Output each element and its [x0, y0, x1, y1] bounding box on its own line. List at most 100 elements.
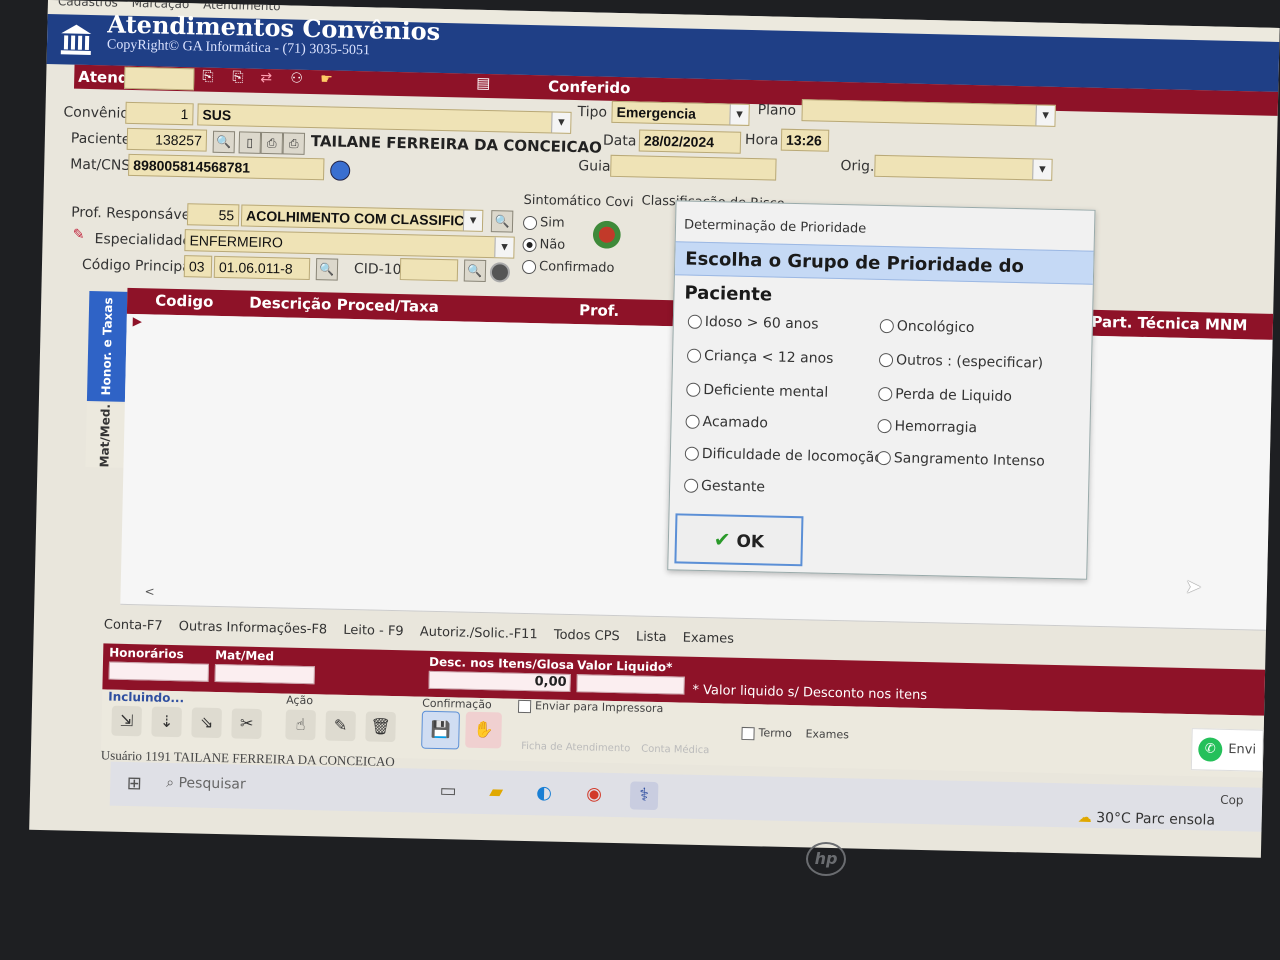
exames-button[interactable]: Exames — [805, 727, 849, 741]
convenio-code-field[interactable]: 1 — [125, 101, 194, 126]
option-oncologico[interactable]: Oncológico — [879, 318, 975, 336]
option-crianca[interactable]: Criança < 12 anos — [686, 348, 834, 367]
taskbar-search[interactable]: ⌕ Pesquisar — [166, 775, 246, 793]
option-gestante[interactable]: Gestante — [683, 478, 765, 495]
search-prof-icon[interactable]: 🔍 — [490, 210, 514, 233]
option-hemorragia[interactable]: Hemorragia — [877, 418, 977, 436]
register-alt-icon[interactable]: ⎘ — [232, 69, 244, 85]
bank-icon — [60, 24, 92, 55]
matcns-field[interactable]: 898005814568781 — [128, 153, 325, 181]
nao-radio[interactable]: Não — [522, 237, 565, 253]
print-icon[interactable]: ⎙ — [260, 131, 284, 155]
option-deficiente[interactable]: Deficiente mental — [686, 382, 828, 401]
weather-widget[interactable]: ☁ 30°C Parc ensola — [1078, 810, 1216, 829]
prof-name-select[interactable]: ACOLHIMENTO COM CLASSIFIC ▼ — [240, 204, 484, 232]
col-descricao[interactable]: Descrição Proced/Taxa — [249, 294, 439, 316]
option-idoso[interactable]: Idoso > 60 anos — [687, 313, 819, 333]
register-icon[interactable]: ⎘ — [202, 69, 214, 85]
hp-logo: hp — [806, 842, 846, 876]
pencil-icon[interactable]: ✎ — [325, 710, 356, 742]
paciente-code-field[interactable]: 138257 — [126, 127, 208, 152]
chevron-down-icon[interactable]: ▼ — [1035, 105, 1055, 126]
row-pointer-icon: ▶ — [132, 314, 143, 329]
hora-field[interactable]: 13:26 — [780, 128, 830, 152]
option-outros[interactable]: Outros : (especificar) — [878, 352, 1043, 372]
stop-icon[interactable]: ✋ — [465, 711, 502, 749]
tab-todos-cps[interactable]: Todos CPS — [554, 628, 620, 644]
tab-matmed[interactable]: Mat/Med. — [85, 402, 125, 468]
chevron-down-icon[interactable]: ▼ — [551, 112, 571, 133]
remove-icon[interactable]: ✂ — [231, 708, 262, 740]
edge-icon[interactable]: ◐ — [530, 779, 559, 808]
app-taskbar-icon[interactable]: ⚕ — [629, 781, 659, 811]
prof-code-field[interactable]: 55 — [186, 203, 240, 227]
calculator-icon[interactable]: ▤ — [476, 74, 491, 92]
honorarios-field — [108, 661, 209, 682]
windows-start-icon[interactable]: ⊞ — [120, 770, 149, 799]
data-field[interactable]: 28/02/2024 — [638, 129, 742, 154]
conta-medica-button[interactable]: Conta Médica — [641, 744, 709, 757]
chrome-icon[interactable]: ◉ — [580, 780, 609, 809]
insert-icon[interactable]: ⇲ — [111, 705, 142, 737]
record-icon[interactable] — [489, 262, 511, 283]
users-icon[interactable]: ⚇ — [290, 71, 303, 87]
radio-circle-icon — [521, 259, 537, 274]
codigo-a-field[interactable]: 03 — [183, 255, 213, 278]
especialidade-select[interactable]: ENFERMEIRO ▼ — [184, 229, 515, 259]
printer-red-icon[interactable]: ⎙ — [282, 132, 306, 155]
tab-outras-informacoes[interactable]: Outras Informações-F8 — [179, 619, 328, 637]
trash-icon[interactable]: 🗑 — [365, 711, 396, 743]
transfer-icon[interactable]: ⇄ — [260, 70, 272, 86]
virus-icon — [590, 218, 624, 252]
option-acamado[interactable]: Acamado — [685, 414, 768, 431]
option-sangramento[interactable]: Sangramento Intenso — [876, 450, 1045, 470]
tab-honor-taxas[interactable]: Honor. e Taxas — [86, 291, 128, 402]
col-prof[interactable]: Prof. — [579, 301, 620, 320]
search-codigo-icon[interactable]: 🔍 — [315, 258, 339, 281]
tab-conta[interactable]: Conta-F7 — [104, 617, 163, 633]
chevron-down-icon[interactable]: ▼ — [1032, 159, 1052, 180]
pointer-hand-icon[interactable]: ☛ — [320, 71, 333, 87]
add-icon[interactable]: ⇣ — [151, 706, 182, 738]
whatsapp-button[interactable]: ✆ Envi — [1190, 728, 1264, 772]
globe-icon[interactable] — [329, 160, 351, 181]
orig-select[interactable]: ▼ — [874, 154, 1053, 181]
termo-button[interactable]: Termo — [741, 726, 792, 741]
tab-lista[interactable]: Lista — [636, 630, 667, 646]
codigo-b-field[interactable]: 01.06.011-8 — [213, 255, 311, 281]
search-cid-icon[interactable]: 🔍 — [463, 259, 487, 283]
chevron-down-icon[interactable]: ▼ — [729, 104, 749, 125]
search-patient-icon[interactable]: 🔍 — [212, 130, 236, 154]
edit-row-icon[interactable]: ⇘ — [191, 707, 222, 739]
cid-field[interactable] — [399, 258, 459, 282]
atend-field[interactable] — [124, 66, 195, 91]
tab-exames[interactable]: Exames — [683, 631, 735, 647]
enviar-impressora-checkbox[interactable]: Enviar para Impressora — [517, 699, 663, 716]
option-dificuldade[interactable]: Dificuldade de locomoção — [684, 446, 883, 466]
confirmado-radio[interactable]: Confirmado — [521, 259, 615, 276]
prof-label: Prof. Responsável — [71, 204, 195, 224]
save-icon[interactable]: 💾 — [421, 710, 460, 750]
tipo-select[interactable]: Emergencia ▼ — [611, 100, 750, 126]
ficha-atendimento-button[interactable]: Ficha de Atendimento — [521, 741, 630, 754]
option-idoso-label: Idoso > 60 anos — [704, 313, 819, 333]
scroll-left-icon[interactable]: < — [144, 584, 154, 598]
tab-leito[interactable]: Leito - F9 — [343, 623, 404, 639]
convenio-name-select[interactable]: SUS ▼ — [197, 103, 572, 134]
tab-autoriz-solic[interactable]: Autoriz./Solic.-F11 — [420, 625, 538, 643]
copilot-label[interactable]: Cop — [1220, 793, 1244, 808]
document-icon[interactable]: ▯ — [238, 131, 262, 154]
menu-item-cadastros[interactable]: Cadastros — [58, 0, 118, 10]
task-view-icon[interactable]: ▭ — [434, 777, 463, 806]
file-explorer-icon[interactable]: ▰ — [482, 778, 511, 807]
chevron-down-icon[interactable]: ▼ — [462, 210, 483, 231]
weather-icon: ☁ — [1077, 809, 1097, 826]
plano-select[interactable]: ▼ — [801, 99, 1056, 127]
guia-field[interactable] — [610, 154, 777, 181]
chevron-down-icon[interactable]: ▼ — [494, 237, 514, 258]
ok-button[interactable]: ✔ OK — [674, 513, 804, 567]
option-perda-liquido[interactable]: Perda de Liquido — [878, 386, 1012, 405]
handshake-icon[interactable]: ☝ — [285, 709, 316, 741]
col-codigo[interactable]: Codigo — [155, 292, 214, 311]
sim-radio[interactable]: Sim — [522, 215, 565, 231]
